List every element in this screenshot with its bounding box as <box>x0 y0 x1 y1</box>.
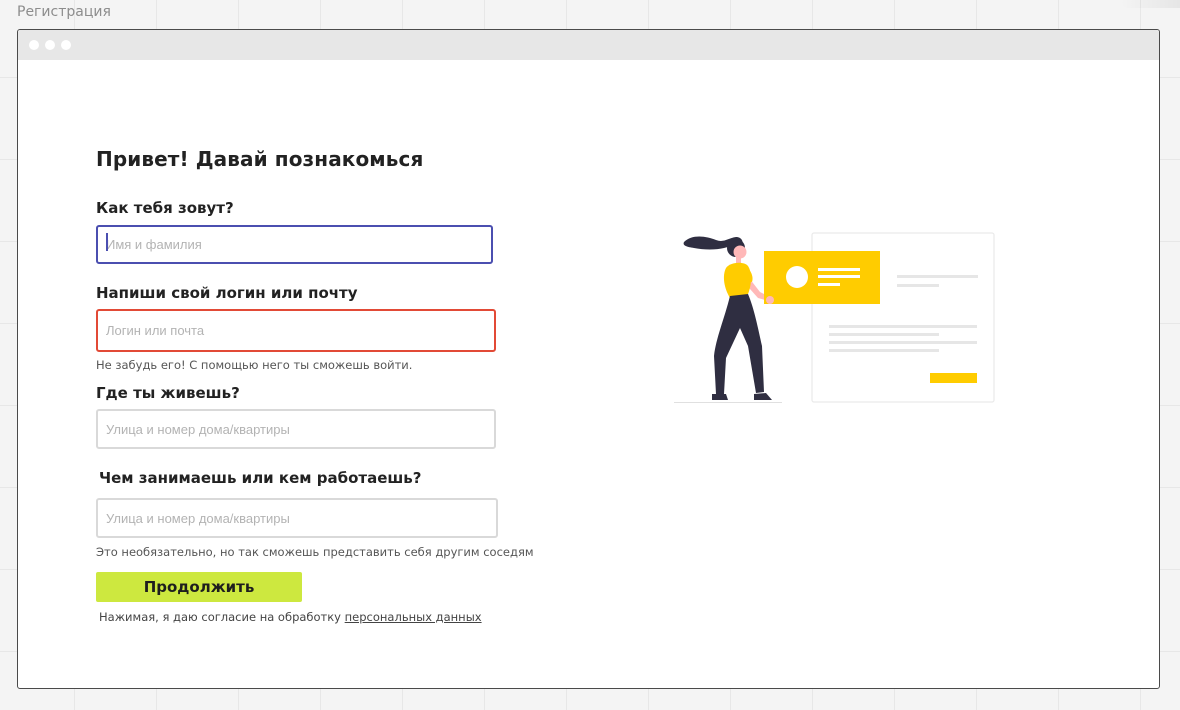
login-hint: Не забудь его! С помощью него ты сможешь… <box>96 358 413 372</box>
consent-note: Нажимая, я даю согласие на обработку пер… <box>99 610 482 624</box>
continue-button[interactable]: Продолжить <box>96 572 302 602</box>
occupation-input[interactable] <box>96 498 498 538</box>
page-title: Привет! Давай познакомься <box>96 147 424 171</box>
address-label: Где ты живешь? <box>96 384 240 402</box>
window-dot-icon <box>29 40 39 50</box>
login-input[interactable] <box>96 309 496 352</box>
corner-shadow <box>1120 0 1180 8</box>
name-input[interactable] <box>96 225 493 264</box>
login-label: Напиши свой логин или почту <box>96 284 358 302</box>
browser-topbar <box>18 30 1159 60</box>
woman-holding-profile-card-illustration <box>674 232 995 403</box>
personal-data-link[interactable]: персональных данных <box>345 610 482 624</box>
occupation-hint: Это необязательно, но так сможешь предст… <box>96 545 534 559</box>
window-dot-icon <box>61 40 71 50</box>
name-label: Как тебя зовут? <box>96 199 234 217</box>
occupation-label: Чем занимаешь или кем работаешь? <box>99 469 422 487</box>
address-input[interactable] <box>96 409 496 449</box>
browser-window: Привет! Давай познакомься Как тебя зовут… <box>17 29 1160 689</box>
hand-icon <box>766 296 774 304</box>
window-dot-icon <box>45 40 55 50</box>
canvas-frame-label: Регистрация <box>17 4 111 20</box>
profile-card-icon <box>764 251 880 304</box>
text-caret <box>106 233 108 251</box>
woman-figure-icon <box>683 236 772 400</box>
consent-text: Нажимая, я даю согласие на обработку <box>99 610 345 624</box>
